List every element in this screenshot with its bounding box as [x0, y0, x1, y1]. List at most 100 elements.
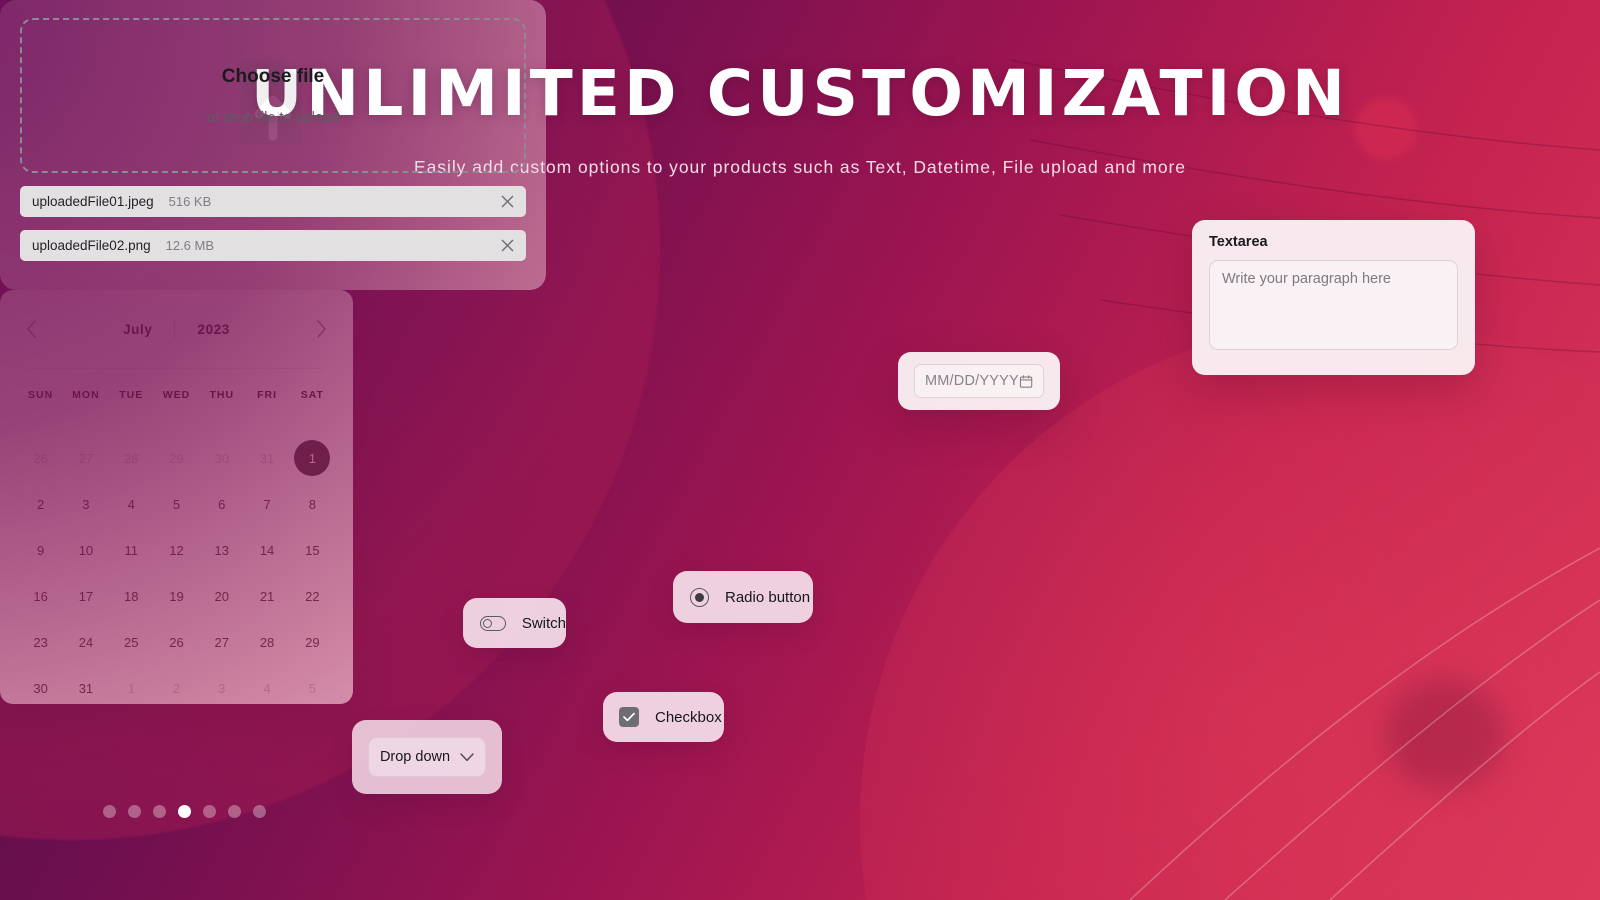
calendar-weekday: MON: [72, 389, 100, 401]
close-icon[interactable]: [498, 237, 516, 255]
dropdown-select[interactable]: Drop down: [368, 737, 486, 777]
calendar-day[interactable]: 8: [290, 481, 335, 527]
dropdown-control[interactable]: Drop down: [352, 720, 502, 794]
textarea-input[interactable]: Write your paragraph here: [1209, 260, 1458, 350]
calendar-day[interactable]: 30: [18, 665, 63, 711]
calendar-weekday: THU: [209, 389, 235, 401]
calendar-day[interactable]: 4: [109, 481, 154, 527]
slide-root: UNLIMITED CUSTOMIZATION Easily add custo…: [0, 0, 1600, 900]
calendar-day[interactable]: 9: [18, 527, 63, 573]
date-input[interactable]: MM/DD/YYYY: [914, 364, 1044, 398]
calendar-month: July: [123, 321, 153, 337]
pagination-dot[interactable]: [253, 805, 266, 818]
calendar-separator: [174, 319, 176, 339]
calendar-day[interactable]: 20: [199, 573, 244, 619]
date-input-card: MM/DD/YYYY: [898, 352, 1060, 410]
calendar-day[interactable]: 24: [63, 619, 108, 665]
calendar-day[interactable]: 1: [109, 665, 154, 711]
calendar-day[interactable]: 18: [109, 573, 154, 619]
calendar-day[interactable]: 19: [154, 573, 199, 619]
switch-control[interactable]: Switch: [463, 598, 566, 648]
pagination-dot[interactable]: [228, 805, 241, 818]
calendar-day[interactable]: 29: [290, 619, 335, 665]
calendar-day[interactable]: 3: [63, 481, 108, 527]
calendar-day[interactable]: 13: [199, 527, 244, 573]
calendar-day-grid: 26 27 28 29 30 31 1 2 3 4 5 6 7 8 9 10 11 12 13 14 15 16 17 18 1…: [18, 435, 335, 711]
calendar-divider: [30, 368, 323, 369]
calendar-day[interactable]: 29: [154, 435, 199, 481]
close-icon[interactable]: [498, 193, 516, 211]
calendar-day-selected-badge: 1: [294, 440, 331, 476]
calendar-day[interactable]: 22: [290, 573, 335, 619]
calendar-day[interactable]: 25: [109, 619, 154, 665]
checkbox-control[interactable]: Checkbox: [603, 692, 724, 742]
calendar-day[interactable]: 2: [18, 481, 63, 527]
radio-checked-icon[interactable]: [690, 587, 709, 607]
calendar-day[interactable]: 4: [244, 665, 289, 711]
calendar-widget: July 2023 SUN MON TUE WED THU FRI SAT 26 27 28 29…: [0, 290, 353, 704]
file-name: uploadedFile01.jpeg: [32, 194, 154, 209]
calendar-weekday: FRI: [257, 389, 278, 401]
radio-button-control[interactable]: Radio button: [673, 571, 813, 623]
dropzone-hint: or drop file to upload: [206, 109, 340, 126]
calendar-day[interactable]: 12: [154, 527, 199, 573]
calendar-weekday: SUN: [28, 389, 54, 401]
dropdown-label: Drop down: [379, 749, 451, 765]
chevron-down-icon: [460, 752, 474, 761]
calendar-day[interactable]: 5: [290, 665, 335, 711]
background-dot-dark: [1385, 680, 1505, 790]
calendar-day[interactable]: 30: [199, 435, 244, 481]
calendar-day[interactable]: 27: [199, 619, 244, 665]
calendar-day[interactable]: 16: [18, 573, 63, 619]
calendar-day[interactable]: 27: [63, 435, 108, 481]
calendar-day[interactable]: 7: [244, 481, 289, 527]
calendar-icon: [1019, 374, 1033, 388]
switch-label: Switch: [521, 614, 566, 632]
pagination-dot[interactable]: [203, 805, 216, 818]
calendar-day[interactable]: 10: [63, 527, 108, 573]
file-dropzone[interactable]: Choose file or drop file to upload: [20, 18, 526, 173]
chevron-left-icon[interactable]: [18, 316, 44, 342]
calendar-weekday: WED: [162, 389, 191, 401]
pagination-dot[interactable]: [153, 805, 166, 818]
calendar-day[interactable]: 21: [244, 573, 289, 619]
radio-button-label: Radio button: [725, 588, 811, 606]
date-input-placeholder: MM/DD/YYYY: [925, 373, 1019, 389]
dropzone-title: Choose file: [221, 65, 325, 87]
checkbox-label: Checkbox: [655, 708, 722, 726]
calendar-day[interactable]: 2: [154, 665, 199, 711]
toggle-off-icon[interactable]: [480, 615, 506, 631]
calendar-year: 2023: [197, 321, 230, 337]
pagination-dots: [103, 805, 266, 818]
textarea-card: Textarea Write your paragraph here: [1192, 220, 1475, 375]
calendar-day[interactable]: 28: [244, 619, 289, 665]
chevron-right-icon[interactable]: [309, 316, 335, 342]
calendar-day[interactable]: 11: [109, 527, 154, 573]
checkbox-checked-icon[interactable]: [619, 707, 639, 727]
calendar-day[interactable]: 14: [244, 527, 289, 573]
calendar-day[interactable]: 26: [18, 435, 63, 481]
calendar-weekday-row: SUN MON TUE WED THU FRI SAT: [18, 389, 335, 415]
calendar-day[interactable]: 23: [18, 619, 63, 665]
file-size: 12.6 MB: [165, 238, 215, 253]
file-upload-card: Choose file or drop file to upload uploa…: [0, 0, 546, 290]
calendar-day[interactable]: 3: [199, 665, 244, 711]
textarea-label: Textarea: [1209, 234, 1268, 250]
pagination-dot-active[interactable]: [178, 805, 191, 818]
calendar-header: July 2023: [18, 290, 335, 368]
calendar-day[interactable]: 26: [154, 619, 199, 665]
calendar-day[interactable]: 6: [199, 481, 244, 527]
calendar-weekday: SAT: [300, 389, 324, 401]
calendar-day[interactable]: 28: [109, 435, 154, 481]
calendar-month-year: July 2023: [123, 319, 230, 339]
pagination-dot[interactable]: [103, 805, 116, 818]
calendar-day-selected[interactable]: 1: [290, 435, 335, 481]
calendar-day[interactable]: 15: [290, 527, 335, 573]
calendar-day[interactable]: 17: [63, 573, 108, 619]
pagination-dot[interactable]: [128, 805, 141, 818]
calendar-day[interactable]: 5: [154, 481, 199, 527]
file-name: uploadedFile02.png: [32, 238, 151, 253]
uploaded-file-row: uploadedFile01.jpeg 516 KB: [20, 186, 526, 217]
calendar-day[interactable]: 31: [63, 665, 108, 711]
calendar-day[interactable]: 31: [244, 435, 289, 481]
